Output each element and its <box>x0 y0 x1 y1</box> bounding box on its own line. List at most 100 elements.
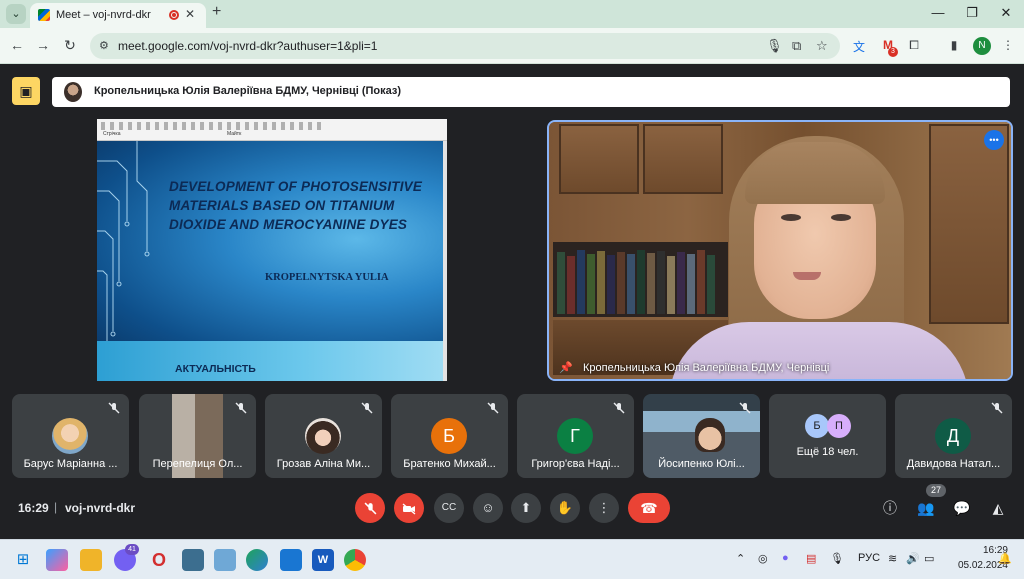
participant-tile[interactable]: Г Григор'єва Наді... <box>517 394 634 478</box>
book <box>667 256 675 314</box>
people-icon[interactable]: 👥 <box>916 498 936 518</box>
slide-title: DEVELOPMENT OF PHOTOSENSITIVE MATERIALS … <box>169 179 423 232</box>
participant-name: Грозав Аліна Ми... <box>276 458 371 470</box>
volume-icon[interactable]: 🔊 <box>906 552 920 565</box>
more-participants-tile[interactable]: Б П Ещё 18 чел. <box>769 394 886 478</box>
captions-button[interactable]: CC <box>434 493 464 523</box>
tab-search-button[interactable]: ⌄ <box>6 4 26 24</box>
book <box>657 251 665 314</box>
calculator-icon[interactable] <box>182 549 204 571</box>
start-icon[interactable]: ⊞ <box>12 549 34 571</box>
activities-icon[interactable]: ◭ <box>988 498 1008 518</box>
participant-name: Григор'єва Наді... <box>531 458 620 470</box>
active-speaker-tile[interactable]: ••• 📌 Кропельницька Юлія Валеріївна БДМУ… <box>547 120 1013 381</box>
leave-call-button[interactable]: ☎ <box>628 493 670 523</box>
presenting-text: Кропельницька Юлія Валеріївна БДМУ, Черн… <box>94 85 402 97</box>
profile-avatar[interactable]: N <box>973 37 991 55</box>
feedback-icon[interactable] <box>280 549 302 571</box>
restore-button[interactable]: ❐ <box>962 5 982 21</box>
language-indicator[interactable]: РУС <box>858 552 880 564</box>
tab-close-icon[interactable]: ✕ <box>185 7 195 21</box>
muted-mic-icon <box>360 402 374 416</box>
minimize-button[interactable]: — <box>928 5 948 20</box>
mic-toggle-button[interactable] <box>355 493 385 523</box>
book <box>627 254 635 314</box>
participant-tile[interactable]: Барус Маріанна ... <box>12 394 129 478</box>
meeting-info-icon[interactable]: ⓘ <box>880 498 900 518</box>
meet-favicon-icon <box>38 9 50 21</box>
camera-toggle-button[interactable] <box>394 493 424 523</box>
bookmark-star-icon[interactable]: ☆ <box>816 38 828 54</box>
remote-desktop-icon[interactable] <box>214 549 236 571</box>
site-info-icon[interactable]: ⚙ <box>99 39 109 52</box>
battery-icon[interactable]: ▭ <box>924 552 934 565</box>
extensions-icon[interactable]: ⧠ <box>906 38 922 54</box>
book <box>567 256 575 314</box>
reactions-button[interactable]: ☺ <box>473 493 503 523</box>
speaker-eye <box>831 214 851 221</box>
wifi-icon[interactable]: ≋ <box>888 552 897 565</box>
book <box>617 252 625 314</box>
participant-name: Йосипенко Юлі... <box>658 458 745 470</box>
raise-hand-button[interactable]: ✋ <box>550 493 580 523</box>
address-bar[interactable]: ⚙ meet.google.com/voj-nvrd-dkr?authuser=… <box>90 33 840 59</box>
slide-scrollbar[interactable] <box>443 141 447 381</box>
cabinet-door <box>643 124 723 194</box>
participant-letter-avatar: П <box>827 414 851 438</box>
muted-mic-icon <box>738 402 752 416</box>
book <box>607 255 615 314</box>
muted-mic-icon <box>612 402 626 416</box>
word-icon[interactable]: W <box>312 549 334 571</box>
tab-title: Meet – voj-nvrd-dkr <box>56 9 151 21</box>
participant-tile[interactable]: Д Давидова Натал... <box>895 394 1012 478</box>
tray-app-icon[interactable]: ◎ <box>758 552 768 565</box>
divider: | <box>54 500 58 514</box>
participant-avatar <box>305 418 341 454</box>
tray-viber-icon[interactable]: ● <box>782 552 789 564</box>
chrome-menu-icon[interactable]: ⋮ <box>1000 38 1016 54</box>
participant-tile[interactable]: Грозав Аліна Ми... <box>265 394 382 478</box>
back-button[interactable]: ← <box>8 37 26 53</box>
cabinet-door <box>929 124 1009 324</box>
participant-name: Братенко Михай... <box>403 458 496 470</box>
chrome-icon[interactable] <box>344 549 366 571</box>
side-panel-icon[interactable]: ▮ <box>946 38 962 54</box>
book <box>637 250 645 314</box>
pin-icon[interactable]: 📌 <box>559 361 573 374</box>
participant-tile[interactable]: Б Братенко Михай... <box>391 394 508 478</box>
tray-chevron-icon[interactable]: ⌃ <box>736 552 745 565</box>
file-explorer-icon[interactable] <box>80 549 102 571</box>
presenting-banner: Кропельницька Юлія Валеріївна БДМУ, Черн… <box>52 77 1010 107</box>
participant-tile[interactable]: Йосипенко Юлі... <box>643 394 760 478</box>
tray-mic-icon[interactable]: 🎙 <box>830 552 844 565</box>
opera-icon[interactable]: O <box>148 549 170 571</box>
new-tab-button[interactable]: + <box>212 3 221 21</box>
participant-tile[interactable]: Перепелиця Ол... <box>139 394 256 478</box>
book <box>577 250 585 314</box>
reload-button[interactable]: ↻ <box>61 37 79 54</box>
participant-letter-avatar: Б <box>431 418 467 454</box>
tray-pdf-icon[interactable]: ▤ <box>806 552 816 565</box>
chat-icon[interactable]: 💬 <box>952 498 972 518</box>
book <box>677 252 685 314</box>
participant-letter-avatar: Б <box>805 414 829 438</box>
browser-tab-meet[interactable]: Meet – voj-nvrd-dkr ✕ <box>30 3 206 28</box>
edge-icon[interactable] <box>246 549 268 571</box>
next-slide-title: АКТУАЛЬНІСТЬ <box>175 363 256 375</box>
copilot-icon[interactable] <box>46 549 68 571</box>
stop-presenting-icon[interactable]: ▣ <box>12 77 40 105</box>
meeting-code[interactable]: voj-nvrd-dkr <box>65 501 135 515</box>
translate-extension-icon[interactable]: 文 <box>851 38 867 54</box>
presentation-tile[interactable]: Стрічка Майтк DEVELOPMENT OF PHOTOSENSIT… <box>97 119 447 381</box>
close-window-button[interactable]: ✕ <box>996 5 1016 21</box>
open-in-window-icon[interactable]: ⧉ <box>792 38 801 54</box>
muted-mic-icon <box>486 402 500 416</box>
present-screen-button[interactable]: ⬆ <box>511 493 541 523</box>
forward-button[interactable]: → <box>34 37 52 53</box>
speaker-name: Кропельницька Юлія Валеріївна БДМУ, Черн… <box>583 362 830 374</box>
notifications-icon[interactable]: 🔔 <box>998 552 1012 565</box>
participant-letter-avatar: Г <box>557 418 593 454</box>
more-options-button[interactable]: ⋮ <box>589 493 619 523</box>
circuit-decoration-icon <box>97 141 150 351</box>
microphone-icon[interactable]: 🎙 <box>766 38 783 54</box>
